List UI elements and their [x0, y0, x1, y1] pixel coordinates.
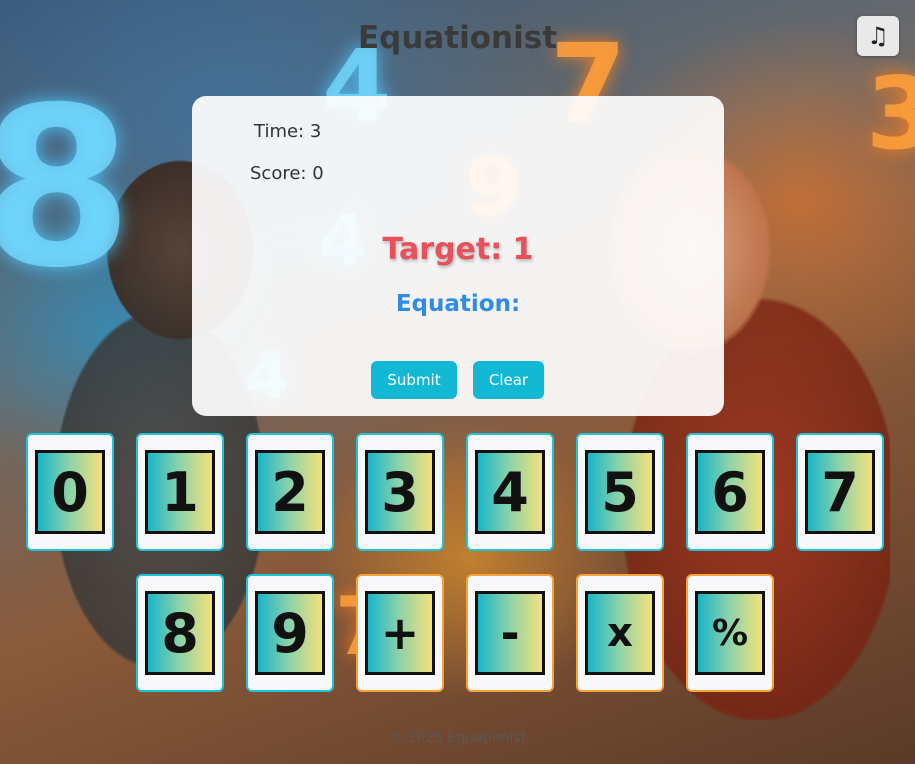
tile-label: 5 [585, 450, 655, 534]
tile-digit-0[interactable]: 0 [26, 433, 114, 551]
clear-button[interactable]: Clear [473, 361, 544, 399]
music-note-icon: ♫ [867, 22, 889, 50]
tile-operator-plus[interactable]: + [356, 574, 444, 692]
tile-label: 0 [35, 450, 105, 534]
game-panel: Time: 3 Score: 0 Target: 1 Equation: Sub… [192, 96, 724, 416]
tile-digit-5[interactable]: 5 [576, 433, 664, 551]
tile-digit-2[interactable]: 2 [246, 433, 334, 551]
tile-label: 3 [365, 450, 435, 534]
footer-copyright: © 2025 Equationist [388, 730, 527, 746]
tile-digit-3[interactable]: 3 [356, 433, 444, 551]
page-title: Equationist [357, 20, 558, 56]
music-toggle-button[interactable]: ♫ [857, 16, 899, 56]
tile-label: + [365, 591, 435, 675]
tile-operator-multiply[interactable]: x [576, 574, 664, 692]
tile-label: 1 [145, 450, 215, 534]
score-display: Score: 0 [250, 163, 324, 184]
tile-digit-1[interactable]: 1 [136, 433, 224, 551]
target-display: Target: 1 [382, 232, 534, 267]
tile-label: 7 [805, 450, 875, 534]
tile-label: % [695, 591, 765, 675]
time-display: Time: 3 [254, 121, 322, 142]
tile-label: 6 [695, 450, 765, 534]
equation-display: Equation: [395, 291, 521, 317]
tile-label: - [475, 591, 545, 675]
tile-label: 4 [475, 450, 545, 534]
tile-label: 9 [255, 591, 325, 675]
submit-button[interactable]: Submit [371, 361, 457, 399]
tile-operator-minus[interactable]: - [466, 574, 554, 692]
tile-label: 2 [255, 450, 325, 534]
tile-label: 8 [145, 591, 215, 675]
tile-digit-4[interactable]: 4 [466, 433, 554, 551]
tile-digit-7[interactable]: 7 [796, 433, 884, 551]
tile-digit-6[interactable]: 6 [686, 433, 774, 551]
tile-digit-8[interactable]: 8 [136, 574, 224, 692]
tile-label: x [585, 591, 655, 675]
tile-digit-9[interactable]: 9 [246, 574, 334, 692]
tile-operator-percent[interactable]: % [686, 574, 774, 692]
